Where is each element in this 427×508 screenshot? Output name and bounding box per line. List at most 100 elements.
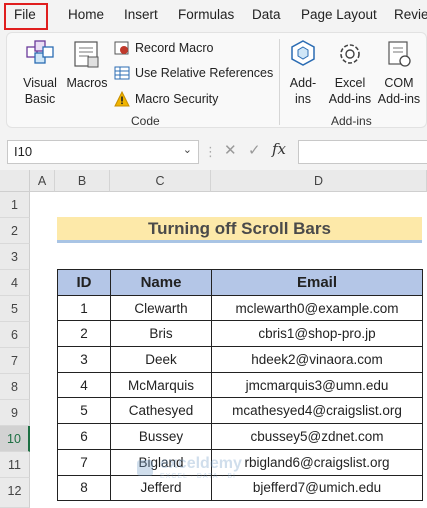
cell-email[interactable]: rbigland6@craigslist.org	[211, 448, 423, 476]
warning-icon	[114, 91, 130, 107]
cell-name[interactable]: Cathesyed	[110, 397, 212, 425]
excel-add-ins-button[interactable]: Excel Add-ins	[327, 37, 373, 107]
code-group-label: Code	[131, 114, 160, 128]
column-header-a[interactable]: A	[30, 170, 55, 192]
com-add-ins-button[interactable]: COM Add-ins	[376, 37, 422, 107]
record-macro-button[interactable]: Record Macro	[114, 40, 214, 56]
table-header-row: ID Name Email	[57, 269, 423, 296]
header-id[interactable]: ID	[57, 269, 111, 296]
table-row: 2 Bris cbris1@shop-pro.jp	[57, 320, 423, 348]
cell-id[interactable]: 3	[57, 346, 111, 373]
enter-icon[interactable]: ✓	[248, 141, 261, 159]
tab-home[interactable]: Home	[68, 7, 104, 22]
cell-name[interactable]: Bussey	[110, 423, 212, 450]
use-relative-references-button[interactable]: Use Relative References	[114, 65, 273, 81]
visual-basic-button[interactable]: Visual Basic	[19, 37, 61, 107]
cell-email[interactable]: cbris1@shop-pro.jp	[211, 320, 423, 348]
table-row: 5 Cathesyed mcathesyed4@craigslist.org	[57, 397, 423, 425]
row-header-7[interactable]: 7	[0, 348, 30, 374]
tab-data[interactable]: Data	[252, 7, 281, 22]
cancel-icon[interactable]: ✕	[224, 141, 237, 159]
macros-icon	[74, 41, 99, 68]
chevron-down-icon[interactable]: ⌄	[183, 143, 192, 156]
column-header-b[interactable]: B	[55, 170, 110, 192]
com-add-ins-label-line1: COM	[384, 76, 414, 90]
formula-input[interactable]	[298, 140, 427, 164]
macro-security-button[interactable]: Macro Security	[114, 91, 218, 107]
add-ins-label-line2: ins	[295, 92, 311, 106]
ribbon-panel: Visual Basic Macros Record Macro Use Rel…	[6, 32, 427, 128]
formula-buttons: ✕ ✓ fx	[210, 140, 296, 164]
cell-id[interactable]: 1	[57, 294, 111, 322]
cell-id[interactable]: 4	[57, 371, 111, 399]
name-box[interactable]: I10 ⌄	[7, 140, 199, 164]
table-row: 1 Clewarth mclewarth0@example.com	[57, 294, 423, 322]
sheet-title[interactable]: Turning off Scroll Bars	[57, 217, 422, 243]
row-header-11[interactable]: 11	[0, 452, 30, 478]
row-header-3[interactable]: 3	[0, 244, 30, 270]
name-box-value: I10	[14, 144, 33, 159]
relative-references-label: Use Relative References	[135, 66, 274, 80]
table-row: 8 Jefferd bjefferd7@umich.edu	[57, 474, 423, 502]
excel-add-ins-label-line1: Excel	[334, 76, 366, 90]
worksheet-grid[interactable]: A B C D 1 2 3 4 5 6 7 8 9 10 11 12 Turni…	[0, 170, 427, 508]
cell-email[interactable]: mclewarth0@example.com	[211, 294, 423, 322]
column-header-d[interactable]: D	[211, 170, 427, 192]
cell-id[interactable]: 5	[57, 397, 111, 425]
data-table: ID Name Email 1 Clewarth mclewarth0@exam…	[57, 269, 423, 502]
ribbon-tab-bar: File Home Insert Formulas Data Page Layo…	[0, 0, 427, 32]
cell-id[interactable]: 2	[57, 320, 111, 348]
header-email[interactable]: Email	[211, 269, 423, 296]
cell-id[interactable]: 8	[57, 474, 111, 502]
cell-id[interactable]: 6	[57, 423, 111, 450]
cell-email[interactable]: cbussey5@zdnet.com	[211, 423, 423, 450]
cell-name[interactable]: Jefferd	[110, 474, 212, 502]
row-header-8[interactable]: 8	[0, 374, 30, 400]
add-ins-icon	[291, 40, 315, 66]
formula-bar: I10 ⌄ ⋮ ✕ ✓ fx	[0, 132, 427, 170]
row-header-5[interactable]: 5	[0, 296, 30, 322]
column-header-c[interactable]: C	[110, 170, 211, 192]
tab-insert[interactable]: Insert	[124, 7, 158, 22]
add-ins-button[interactable]: Add- ins	[285, 37, 321, 107]
table-row: 7 Bigland rbigland6@craigslist.org	[57, 448, 423, 476]
table-row: 6 Bussey cbussey5@zdnet.com	[57, 423, 423, 450]
excel-add-ins-label-line2: Add-ins	[328, 92, 372, 106]
group-separator	[279, 39, 280, 125]
header-name[interactable]: Name	[110, 269, 212, 296]
tab-formulas[interactable]: Formulas	[178, 7, 234, 22]
row-header-12[interactable]: 12	[0, 478, 30, 508]
record-macro-icon	[114, 41, 129, 55]
cell-name[interactable]: Bigland	[110, 448, 212, 476]
cell-name[interactable]: Bris	[110, 320, 212, 348]
cell-email[interactable]: hdeek2@vinaora.com	[211, 346, 423, 373]
add-ins-group-label: Add-ins	[331, 114, 372, 128]
cell-email[interactable]: bjefferd7@umich.edu	[211, 474, 423, 502]
ribbon: Visual Basic Macros Record Macro Use Rel…	[0, 32, 427, 132]
cell-name[interactable]: McMarquis	[110, 371, 212, 399]
cell-id[interactable]: 7	[57, 448, 111, 476]
select-all-corner[interactable]	[0, 170, 30, 192]
com-add-ins-label-line2: Add-ins	[377, 92, 421, 106]
cell-name[interactable]: Clewarth	[110, 294, 212, 322]
visual-basic-label-line1: Visual	[23, 76, 57, 90]
row-header-6[interactable]: 6	[0, 322, 30, 348]
visual-basic-icon	[26, 40, 54, 64]
row-header-9[interactable]: 9	[0, 400, 30, 426]
cell-email[interactable]: jmcmarquis3@umn.edu	[211, 371, 423, 399]
macros-button[interactable]: Macros	[65, 37, 109, 91]
macro-security-label: Macro Security	[135, 92, 219, 106]
row-header-1[interactable]: 1	[0, 192, 30, 218]
row-header-2[interactable]: 2	[0, 218, 30, 244]
cell-name[interactable]: Deek	[110, 346, 212, 373]
gear-icon	[340, 44, 360, 64]
tab-file[interactable]: File	[14, 7, 36, 22]
cell-email[interactable]: mcathesyed4@craigslist.org	[211, 397, 423, 425]
tab-review[interactable]: Review	[394, 7, 427, 22]
tab-page-layout[interactable]: Page Layout	[301, 7, 377, 22]
visual-basic-label-line2: Basic	[24, 92, 56, 106]
record-macro-label: Record Macro	[135, 41, 214, 55]
insert-function-icon[interactable]: fx	[272, 140, 286, 158]
row-header-10[interactable]: 10	[0, 426, 30, 452]
row-header-4[interactable]: 4	[0, 270, 30, 296]
